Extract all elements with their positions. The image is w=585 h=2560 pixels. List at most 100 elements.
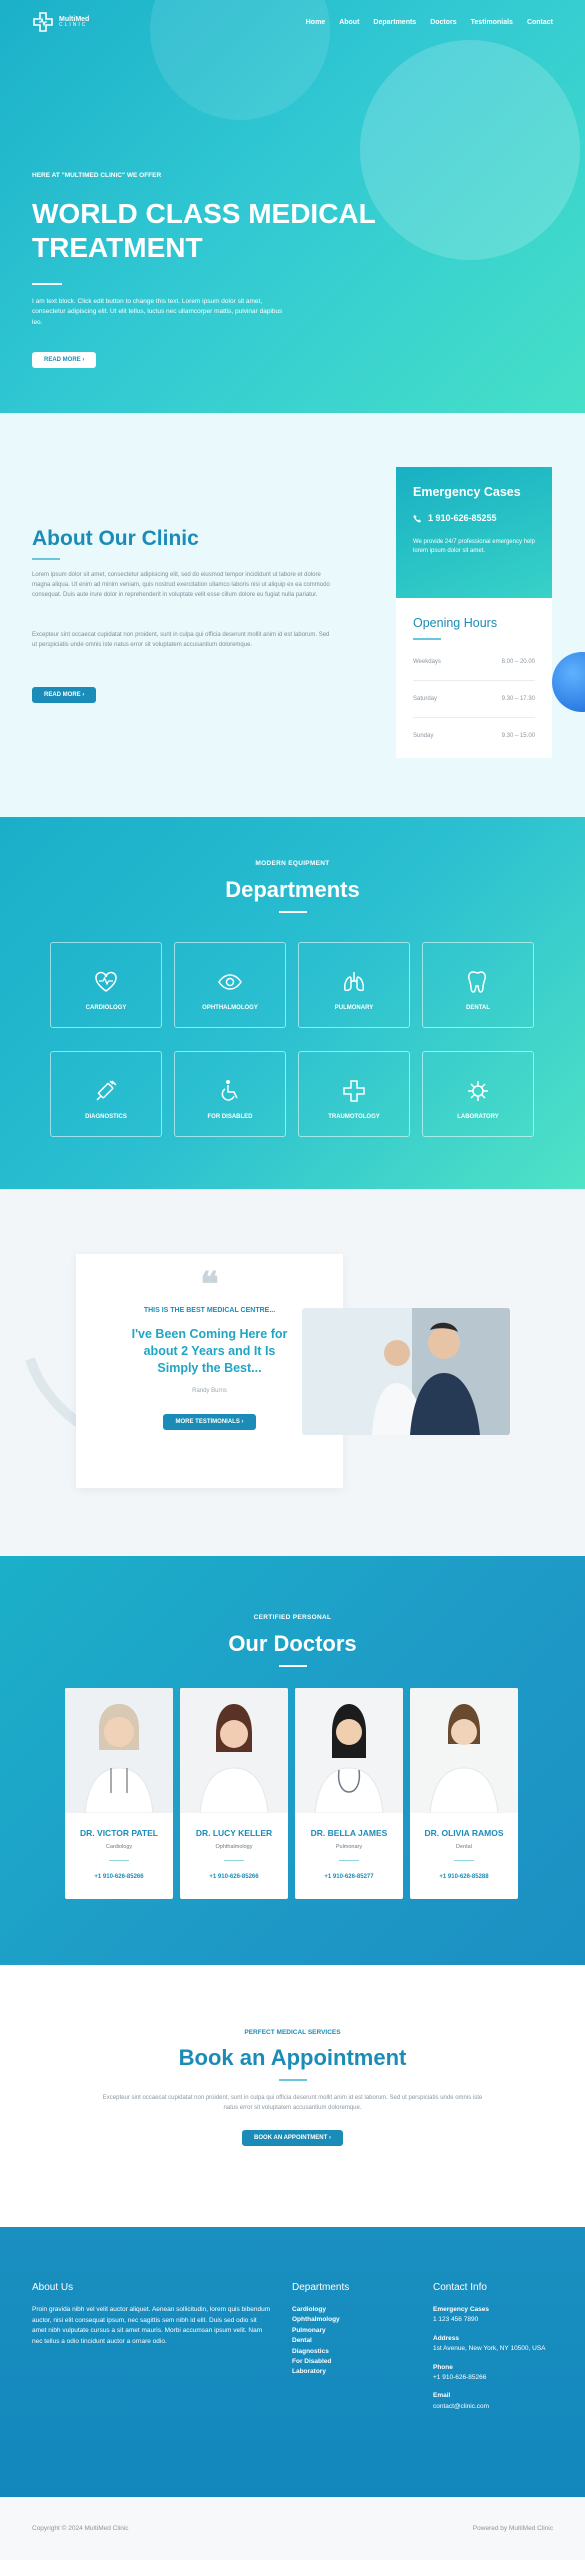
appointment-section: PERFECT MEDICAL SERVICES Book an Appoint…: [0, 1965, 585, 2227]
decorative-pill-image: [552, 652, 585, 712]
department-card-for-disabled[interactable]: FOR DISABLED: [174, 1051, 286, 1137]
doctors-title: Our Doctors: [228, 1631, 357, 1656]
doctor-card[interactable]: DR. OLIVIA RAMOS Dental +1 910-626-85288: [410, 1688, 518, 1899]
hours-time: 8.00 – 20.00: [501, 658, 535, 665]
appointment-eyebrow: PERFECT MEDICAL SERVICES: [244, 2029, 341, 2036]
doctor-name: DR. OLIVIA RAMOS: [424, 1828, 504, 1838]
phone-icon: [413, 514, 422, 523]
footer-about-title: About Us: [32, 2282, 74, 2293]
footer-departments-title: Departments: [292, 2282, 350, 2293]
contact-label: Email: [433, 2392, 451, 2400]
opening-hours-card: Opening Hours Weekdays 8.00 – 20.00 Satur…: [396, 598, 552, 758]
footer-link-ophthalmology[interactable]: Ophthalmology: [292, 2315, 402, 2325]
contact-value[interactable]: +1 910-626-85266: [433, 2373, 553, 2383]
lungs-icon: [341, 969, 367, 995]
nav-item-about[interactable]: About: [339, 19, 359, 26]
doctor-phone[interactable]: +1 910-626-85266: [180, 1874, 288, 1880]
hero-button-label: READ MORE: [44, 357, 81, 363]
contact-label: Address: [433, 2334, 460, 2342]
emergency-title: Emergency Cases: [413, 485, 521, 499]
hours-day: Sunday: [413, 733, 434, 739]
doctor-photo: [180, 1688, 288, 1813]
footer-link-for-disabled[interactable]: For Disabled: [292, 2357, 402, 2367]
footer-link-pulmonary[interactable]: Pulmonary: [292, 2326, 402, 2336]
department-card-diagnostics[interactable]: DIAGNOSTICS: [50, 1051, 162, 1137]
medical-cross-logo-icon: [32, 11, 54, 33]
department-label: FOR DISABLED: [207, 1114, 253, 1120]
nav-item-departments[interactable]: Departments: [373, 19, 416, 26]
eye-icon: [217, 969, 243, 995]
clinic-logo[interactable]: MultiMed CLINIC: [32, 11, 89, 33]
department-card-ophthalmology[interactable]: OPHTHALMOLOGY: [174, 942, 286, 1028]
hours-row: Weekdays 8.00 – 20.00: [413, 644, 535, 681]
about-read-more-button[interactable]: READ MORE ›: [32, 687, 97, 703]
department-card-traumotology[interactable]: TRAUMOTOLOGY: [298, 1051, 410, 1137]
testimonials-section: ❝ THIS IS THE BEST MEDICAL CENTRE... I'v…: [0, 1189, 585, 1556]
hero-read-more-button[interactable]: READ MORE ›: [32, 352, 97, 368]
doctor-card[interactable]: DR. LUCY KELLER Ophthalmology +1 910-626…: [180, 1688, 288, 1899]
department-card-cardiology[interactable]: CARDIOLOGY: [50, 942, 162, 1028]
doctor-card[interactable]: DR. VICTOR PATEL Cardiology +1 910-626-8…: [65, 1688, 173, 1899]
about-paragraph-2: Excepteur sint occaecat cupidatat non pr…: [32, 632, 330, 648]
department-label: TRAUMOTOLOGY: [328, 1114, 380, 1120]
about-divider: [32, 558, 60, 560]
doctor-phone[interactable]: +1 910-626-85288: [410, 1874, 518, 1880]
bottom-bar: Copyright © 2024 MultiMed Clinic Powered…: [0, 2497, 585, 2560]
contact-label: Emergency Cases: [433, 2306, 490, 2313]
contact-value[interactable]: 1 123 456 7890: [433, 2315, 553, 2325]
doctor-phone[interactable]: +1 910-626-85277: [295, 1874, 403, 1880]
book-appointment-button[interactable]: BOOK AN APPOINTMENT ›: [242, 2129, 343, 2146]
footer-link-laboratory[interactable]: Laboratory: [292, 2367, 402, 2377]
department-label: DENTAL: [466, 1005, 490, 1011]
hero-divider: [32, 283, 62, 285]
chevron-right-icon: ›: [82, 692, 85, 698]
department-label: CARDIOLOGY: [85, 1005, 127, 1011]
about-paragraph-1: Lorem ipsum dolor sit amet, consectetur …: [32, 572, 330, 598]
doctor-card[interactable]: DR. BELLA JAMES Pulmonary +1 910-626-852…: [295, 1688, 403, 1899]
testimonial-eyebrow: THIS IS THE BEST MEDICAL CENTRE...: [143, 1307, 276, 1314]
footer-departments-column: Departments Cardiology Ophthalmology Pul…: [292, 2282, 402, 2378]
department-label: OPHTHALMOLOGY: [202, 1005, 258, 1011]
hours-time: 9.30 – 17.30: [501, 695, 535, 702]
footer-link-diagnostics[interactable]: Diagnostics: [292, 2347, 402, 2357]
hero-text: I am text block. Click edit button to ch…: [32, 298, 283, 326]
departments-divider: [278, 911, 307, 913]
departments-eyebrow: MODERN EQUIPMENT: [255, 860, 330, 867]
hours-divider: [413, 638, 441, 640]
department-card-pulmonary[interactable]: PULMONARY: [298, 942, 410, 1028]
departments-grid: CARDIOLOGY OPHTHALMOLOGY PULMONARY DENTA…: [50, 942, 534, 1137]
doctor-divider: [109, 1860, 129, 1861]
department-card-dental[interactable]: DENTAL: [422, 942, 534, 1028]
appointment-title: Book an Appointment: [178, 2045, 407, 2070]
emergency-phone[interactable]: 1 910-626-85255: [428, 513, 497, 523]
contact-value[interactable]: contact@clinic.com: [433, 2402, 553, 2412]
doctors-consultation-photo: [302, 1308, 510, 1435]
logo-subtitle: CLINIC: [59, 22, 88, 28]
appointment-divider: [278, 2079, 307, 2081]
doctor-specialty: Dental: [456, 1844, 472, 1850]
appointment-text: Excepteur sint occaecat cupidatat non pr…: [102, 2094, 483, 2111]
department-card-laboratory[interactable]: LABORATORY: [422, 1051, 534, 1137]
nav-item-testimonials[interactable]: Testimonials: [471, 19, 513, 26]
nav-item-contact[interactable]: Contact: [527, 19, 553, 26]
doctor-divider: [224, 1860, 244, 1861]
powered-by-text: Powered by MultiMed Clinic: [472, 2525, 553, 2532]
doctor-phone[interactable]: +1 910-626-85266: [65, 1874, 173, 1880]
virus-icon: [465, 1078, 491, 1104]
about-title: About Our Clinic: [32, 527, 199, 550]
doctors-section: CERTIFIED PERSONAL Our Doctors DR. VICTO…: [0, 1556, 585, 1965]
footer: About Us Proin gravida nibh vel velit au…: [0, 2227, 585, 2497]
doctors-eyebrow: CERTIFIED PERSONAL: [253, 1614, 332, 1621]
hours-title: Opening Hours: [413, 616, 498, 630]
nav-item-home[interactable]: Home: [306, 19, 325, 26]
nav-item-doctors[interactable]: Doctors: [430, 19, 456, 26]
footer-link-cardiology[interactable]: Cardiology: [292, 2305, 402, 2315]
hero-title: WORLD CLASS MEDICAL TREATMENT: [32, 198, 376, 264]
more-testimonials-button[interactable]: MORE TESTIMONIALS ›: [163, 1414, 256, 1431]
testimonial-quote: I've Been Coming Here for about 2 Years …: [131, 1326, 288, 1375]
doctor-specialty: Pulmonary: [335, 1844, 363, 1850]
footer-about-text: Proin gravida nibh vel velit auctor aliq…: [32, 2306, 271, 2346]
chevron-right-icon: ›: [328, 2134, 331, 2141]
footer-link-dental[interactable]: Dental: [292, 2336, 402, 2346]
quote-icon: ❝: [200, 1265, 219, 1305]
